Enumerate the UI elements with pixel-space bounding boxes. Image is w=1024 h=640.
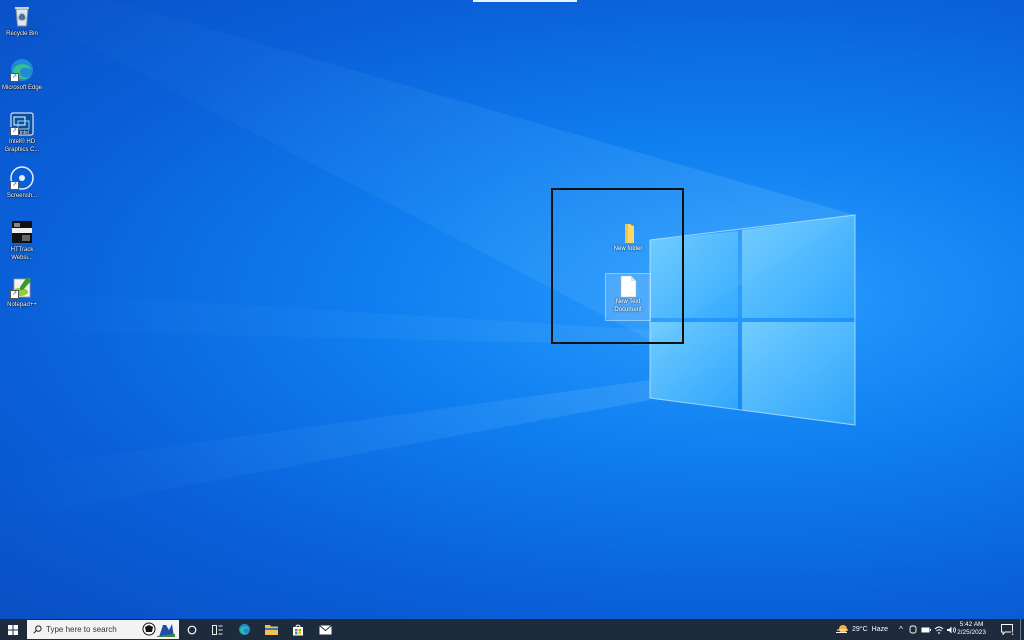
cortana-circle-icon	[187, 625, 197, 634]
screenshot-icon: ↗	[9, 165, 35, 191]
top-edge-highlight	[473, 0, 577, 2]
taskbar-clock[interactable]: 5:42 AM 2/25/2023	[957, 621, 986, 637]
desktop-icon-recycle-bin[interactable]: ♻ Recycle Bin	[0, 3, 44, 38]
windows-logo-icon	[8, 624, 18, 635]
desktop-icon-label: Intel® HD Graphics C...	[4, 139, 40, 153]
shortcut-arrow-icon: ↗	[10, 181, 19, 190]
show-hidden-icons-chevron-up-icon[interactable]: ^	[896, 619, 906, 640]
taskbar: 29°C Haze ^ 5:42 AM 2/25/2023 1	[0, 619, 1024, 640]
desktop-icon-new-folder[interactable]: New folder	[606, 221, 650, 253]
desktop-icon-label: Notepad++	[7, 302, 37, 308]
desktop-icon-microsoft-edge[interactable]: ↗ Microsoft Edge	[0, 57, 44, 92]
clock-date: 2/25/2023	[957, 629, 986, 636]
search-input[interactable]	[42, 625, 141, 634]
desktop-icon-screenshot[interactable]: ↗ Screensh...	[0, 165, 44, 200]
weather-widget[interactable]: 29°C Haze	[852, 619, 888, 640]
show-desktop-button[interactable]	[1020, 619, 1024, 640]
search-highlight-icon	[141, 621, 175, 640]
desktop-icon-label: Screensh...	[6, 193, 38, 199]
edge-icon	[238, 624, 250, 635]
taskbar-mail-button[interactable]	[314, 619, 336, 640]
taskbar-file-explorer-button[interactable]	[260, 619, 282, 640]
shortcut-arrow-icon: ↗	[10, 73, 19, 82]
folder-icon	[264, 625, 278, 635]
notification-count-badge: 1	[1011, 631, 1014, 637]
shortcut-arrow-icon: ↗	[10, 127, 19, 136]
task-view-button[interactable]	[207, 619, 227, 640]
wallpaper	[0, 0, 856, 520]
search-icon	[33, 625, 42, 634]
weather-haze-icon[interactable]	[834, 619, 850, 640]
httrack-icon	[9, 219, 35, 245]
edge-icon: ↗	[9, 57, 35, 83]
task-view-icon	[211, 624, 222, 635]
meet-now-icon[interactable]	[908, 619, 918, 640]
svg-text:intel: intel	[20, 130, 29, 136]
start-button[interactable]	[0, 619, 26, 640]
desktop-icon-label: Recycle Bin	[6, 31, 38, 37]
mail-icon	[318, 624, 332, 634]
recycle-bin-icon: ♻	[9, 3, 35, 29]
taskbar-store-button[interactable]	[287, 619, 309, 640]
weather-temperature: 29°C	[852, 626, 868, 633]
desktop-icon-httrack[interactable]: HTTrack Websi...	[0, 219, 44, 262]
clock-time: 5:42 AM	[959, 621, 984, 628]
desktop-icon-label: HTTrack Websi...	[10, 247, 34, 261]
shortcut-arrow-icon: ↗	[10, 290, 19, 299]
highlight-rectangle	[551, 188, 684, 344]
desktop-icon-label: New folder	[613, 246, 643, 252]
store-bag-icon	[293, 624, 303, 635]
desktop-icon-label: Microsoft Edge	[1, 85, 43, 91]
wifi-icon[interactable]	[933, 619, 945, 640]
weather-condition: Haze	[871, 626, 888, 633]
desktop-icon-label: New Text Document	[614, 299, 642, 313]
svg-text:♻: ♻	[18, 13, 25, 22]
battery-icon[interactable]	[920, 619, 932, 640]
desktop-icon-intel-graphics[interactable]: intel ↗ Intel® HD Graphics C...	[0, 111, 44, 154]
desktop[interactable]: ♻ Recycle Bin ↗ Microsoft Edge intel ↗ I	[0, 0, 1024, 619]
cortana-button[interactable]	[182, 619, 202, 640]
notification-center-button[interactable]: 1	[998, 619, 1016, 640]
desktop-icon-notepad-plus[interactable]: ↗ Notepad++	[0, 274, 44, 309]
taskbar-search-box[interactable]	[27, 620, 179, 639]
notepad-plus-icon: ↗	[9, 274, 35, 300]
taskbar-edge-button[interactable]	[233, 619, 255, 640]
text-document-icon	[616, 274, 640, 298]
desktop-icon-new-text-document[interactable]: New Text Document	[605, 273, 651, 321]
folder-icon	[616, 221, 640, 245]
intel-graphics-icon: intel ↗	[9, 111, 35, 137]
